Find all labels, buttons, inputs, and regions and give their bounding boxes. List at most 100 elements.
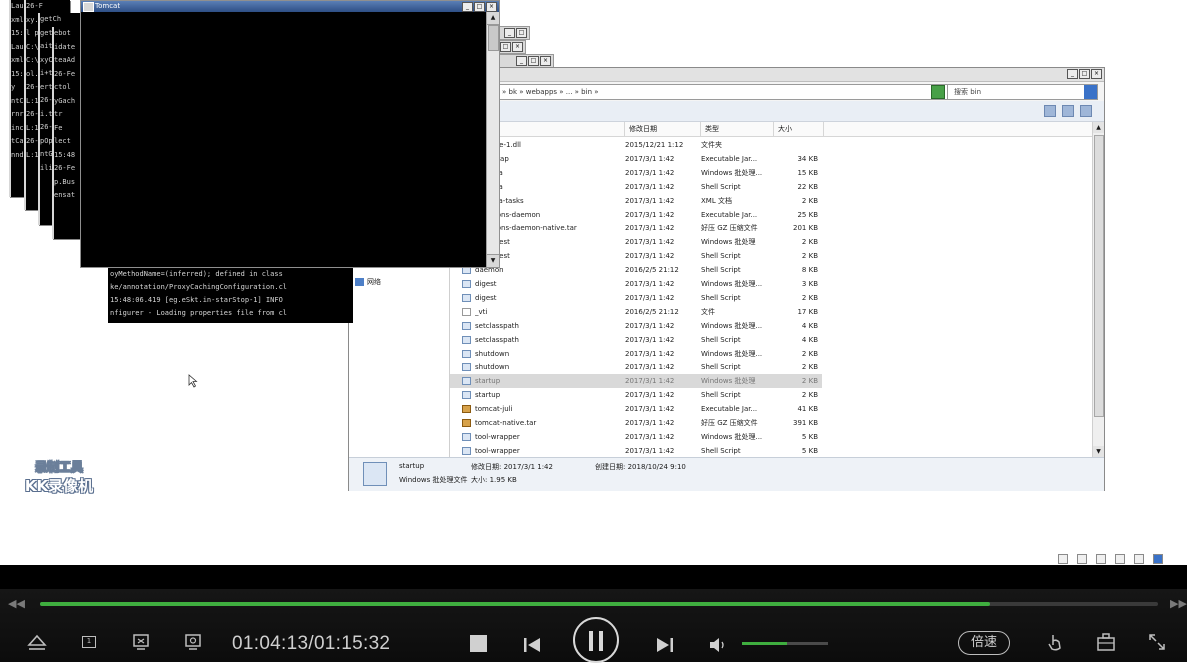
file-row[interactable]: tool-wrapper 2017/3/1 1:42 Shell Script 5 K… bbox=[450, 444, 822, 457]
tray-icon[interactable] bbox=[1096, 554, 1106, 564]
volume-slider[interactable] bbox=[742, 642, 828, 645]
screenshot-icon[interactable] bbox=[130, 631, 152, 653]
next-button[interactable] bbox=[654, 634, 676, 656]
preview-pane-icon[interactable] bbox=[1062, 105, 1074, 117]
file-row[interactable]: commons-daemon-native.tar 2017/3/1 1:42 好压… bbox=[450, 221, 822, 235]
console-icon bbox=[83, 2, 94, 12]
minimize-button[interactable]: _ bbox=[462, 2, 473, 12]
file-row[interactable]: configtest2017/3/1 1:42Windows 批处理2 KB bbox=[450, 235, 822, 249]
maximize-button[interactable]: □ bbox=[500, 42, 511, 52]
tray-icon[interactable] bbox=[1134, 554, 1144, 564]
close-button[interactable]: × bbox=[486, 2, 497, 12]
search-placeholder: 搜索 bin bbox=[954, 88, 982, 96]
file-row[interactable]: catalina2017/3/1 1:42Shell Script22 KB bbox=[450, 180, 822, 194]
console-output-lower[interactable]: oyMethodName=(inferred); defined in clas… bbox=[108, 268, 353, 323]
volume-icon[interactable] bbox=[706, 634, 728, 656]
file-list-scrollbar[interactable]: ▲ ▼ bbox=[1092, 122, 1104, 457]
file-size: 2 KB bbox=[801, 377, 818, 386]
scrollbar-thumb[interactable] bbox=[1094, 135, 1104, 417]
file-row[interactable]: digest 2017/3/1 1:42 Windows 批处理... 3 KB bbox=[450, 277, 822, 291]
file-row[interactable]: setclasspath 2017/3/1 1:42 Windows 批处理... 4… bbox=[450, 319, 822, 333]
progress-bar[interactable] bbox=[40, 602, 1158, 606]
file-row[interactable]: bootstrap2017/3/1 1:42Executable Jar...3… bbox=[450, 152, 822, 166]
scrollbar-thumb[interactable] bbox=[488, 25, 499, 51]
background-window-strip-3[interactable]: _ □ × bbox=[496, 54, 554, 68]
file-row[interactable]: catalina-tasks2017/3/1 1:42XML 文档2 KB bbox=[450, 194, 822, 208]
toolbox-icon[interactable] bbox=[1095, 631, 1117, 653]
scroll-down-icon[interactable]: ▼ bbox=[487, 254, 499, 267]
refresh-icon[interactable] bbox=[931, 85, 945, 99]
console-line: 15:48:06.419 [eg.eSkt.in-starStop-1] INF… bbox=[110, 296, 283, 304]
view-options-icon[interactable] bbox=[1044, 105, 1056, 117]
maximize-button[interactable]: □ bbox=[1079, 69, 1090, 79]
file-name: shutdown bbox=[475, 363, 510, 372]
search-box[interactable]: 搜索 bin bbox=[947, 84, 1098, 100]
close-button[interactable]: × bbox=[540, 56, 551, 66]
file-row[interactable]: tomcat-juli 2017/3/1 1:42 Executable Jar..… bbox=[450, 402, 822, 416]
scroll-down-icon[interactable]: ▼ bbox=[1093, 446, 1104, 457]
maximize-button[interactable]: □ bbox=[528, 56, 539, 66]
fullscreen-icon[interactable] bbox=[1146, 631, 1168, 653]
maximize-button[interactable]: □ bbox=[474, 2, 485, 12]
tray-icon[interactable] bbox=[1115, 554, 1125, 564]
scroll-up-icon[interactable]: ▲ bbox=[1093, 122, 1104, 133]
file-row[interactable]: _vti 2016/2/5 21:12 文件 17 KB bbox=[450, 305, 822, 319]
file-size: 5 KB bbox=[801, 432, 818, 441]
file-row[interactable]: startup 2017/3/1 1:42 Windows 批处理 2 KB bbox=[450, 374, 822, 389]
file-row[interactable]: configtest2017/3/1 1:42Shell Script2 KB bbox=[450, 249, 822, 263]
nav-item[interactable]: 网络 bbox=[355, 276, 381, 288]
column-header-size[interactable]: 大小 bbox=[774, 122, 824, 136]
maximize-button[interactable]: □ bbox=[516, 28, 527, 38]
file-size: 17 KB bbox=[797, 307, 818, 316]
file-icon bbox=[462, 349, 471, 358]
seek-forward-icon[interactable]: ▶▶ bbox=[1170, 597, 1187, 610]
details-file-name: startup bbox=[399, 462, 425, 470]
cmd-title-bar[interactable]: Tomcat _ □ × bbox=[81, 1, 499, 12]
file-icon bbox=[462, 335, 471, 344]
file-type: Shell Script bbox=[701, 335, 741, 344]
minimize-button[interactable]: _ bbox=[516, 56, 527, 66]
file-row[interactable]: startup 2017/3/1 1:42 Shell Script 2 KB bbox=[450, 388, 822, 402]
touch-icon[interactable] bbox=[1044, 631, 1066, 653]
file-row[interactable]: setclasspath 2017/3/1 1:42 Shell Script 4 K… bbox=[450, 333, 822, 347]
search-icon[interactable] bbox=[1084, 85, 1097, 99]
archive-icon bbox=[462, 405, 471, 414]
watermark: 录制工具 KK录像机 bbox=[14, 458, 104, 496]
tray-icon[interactable] bbox=[1058, 554, 1068, 564]
pause-button[interactable] bbox=[573, 617, 619, 663]
stop-button[interactable] bbox=[470, 635, 487, 652]
speed-button[interactable]: 倍速 bbox=[958, 631, 1010, 655]
playlist-icon[interactable]: 1 bbox=[78, 631, 100, 653]
tray-icon[interactable] bbox=[1077, 554, 1087, 564]
file-icon bbox=[462, 377, 471, 386]
record-icon[interactable] bbox=[182, 631, 204, 653]
cmd-window[interactable]: Tomcat _ □ × ▲ ▼ bbox=[80, 0, 500, 268]
address-bar[interactable]: » bk » webapps » ... » bin » ▼ bbox=[497, 84, 948, 100]
eject-icon[interactable] bbox=[26, 631, 48, 653]
minimize-button[interactable]: _ bbox=[504, 28, 515, 38]
file-type: Executable Jar... bbox=[701, 210, 758, 219]
previous-button[interactable] bbox=[521, 634, 543, 656]
file-row[interactable]: tomcat-native.tar 2017/3/1 1:42 好压 GZ 压缩文件… bbox=[450, 416, 822, 430]
minimize-button[interactable]: _ bbox=[1067, 69, 1078, 79]
file-row[interactable]: daemon 2016/2/5 21:12 Shell Script 8 KB bbox=[450, 263, 822, 277]
file-row[interactable]: tcnative-1.dll2015/12/21 1:12文件夹 bbox=[450, 138, 822, 152]
column-header-type[interactable]: 类型 bbox=[701, 122, 774, 136]
file-row[interactable]: commons-daemon 2017/3/1 1:42 Executable Ja… bbox=[450, 208, 822, 222]
file-row[interactable]: tool-wrapper 2017/3/1 1:42 Windows 批处理... 5… bbox=[450, 430, 822, 444]
seek-back-icon[interactable]: ◀◀ bbox=[8, 597, 25, 610]
help-icon[interactable] bbox=[1080, 105, 1092, 117]
tray-icon[interactable] bbox=[1153, 554, 1163, 564]
file-list: 名称 修改日期 类型 大小 tcnative-1.dll2015/12/21 1… bbox=[450, 122, 1092, 457]
file-size: 2 KB bbox=[801, 238, 818, 247]
file-row[interactable]: catalina2017/3/1 1:42Windows 批处理...15 KB bbox=[450, 166, 822, 180]
scroll-up-icon[interactable]: ▲ bbox=[487, 12, 499, 25]
close-button[interactable]: × bbox=[512, 42, 523, 52]
file-row[interactable]: shutdown 2017/3/1 1:42 Shell Script 2 KB bbox=[450, 360, 822, 374]
column-header-date[interactable]: 修改日期 bbox=[625, 122, 701, 136]
file-icon bbox=[462, 321, 471, 330]
file-row[interactable]: shutdown 2017/3/1 1:42 Windows 批处理... 2 KB bbox=[450, 347, 822, 361]
cmd-scrollbar[interactable]: ▲ ▼ bbox=[486, 12, 499, 267]
close-button[interactable]: × bbox=[1091, 69, 1102, 79]
file-row[interactable]: digest 2017/3/1 1:42 Shell Script 2 KB bbox=[450, 291, 822, 305]
